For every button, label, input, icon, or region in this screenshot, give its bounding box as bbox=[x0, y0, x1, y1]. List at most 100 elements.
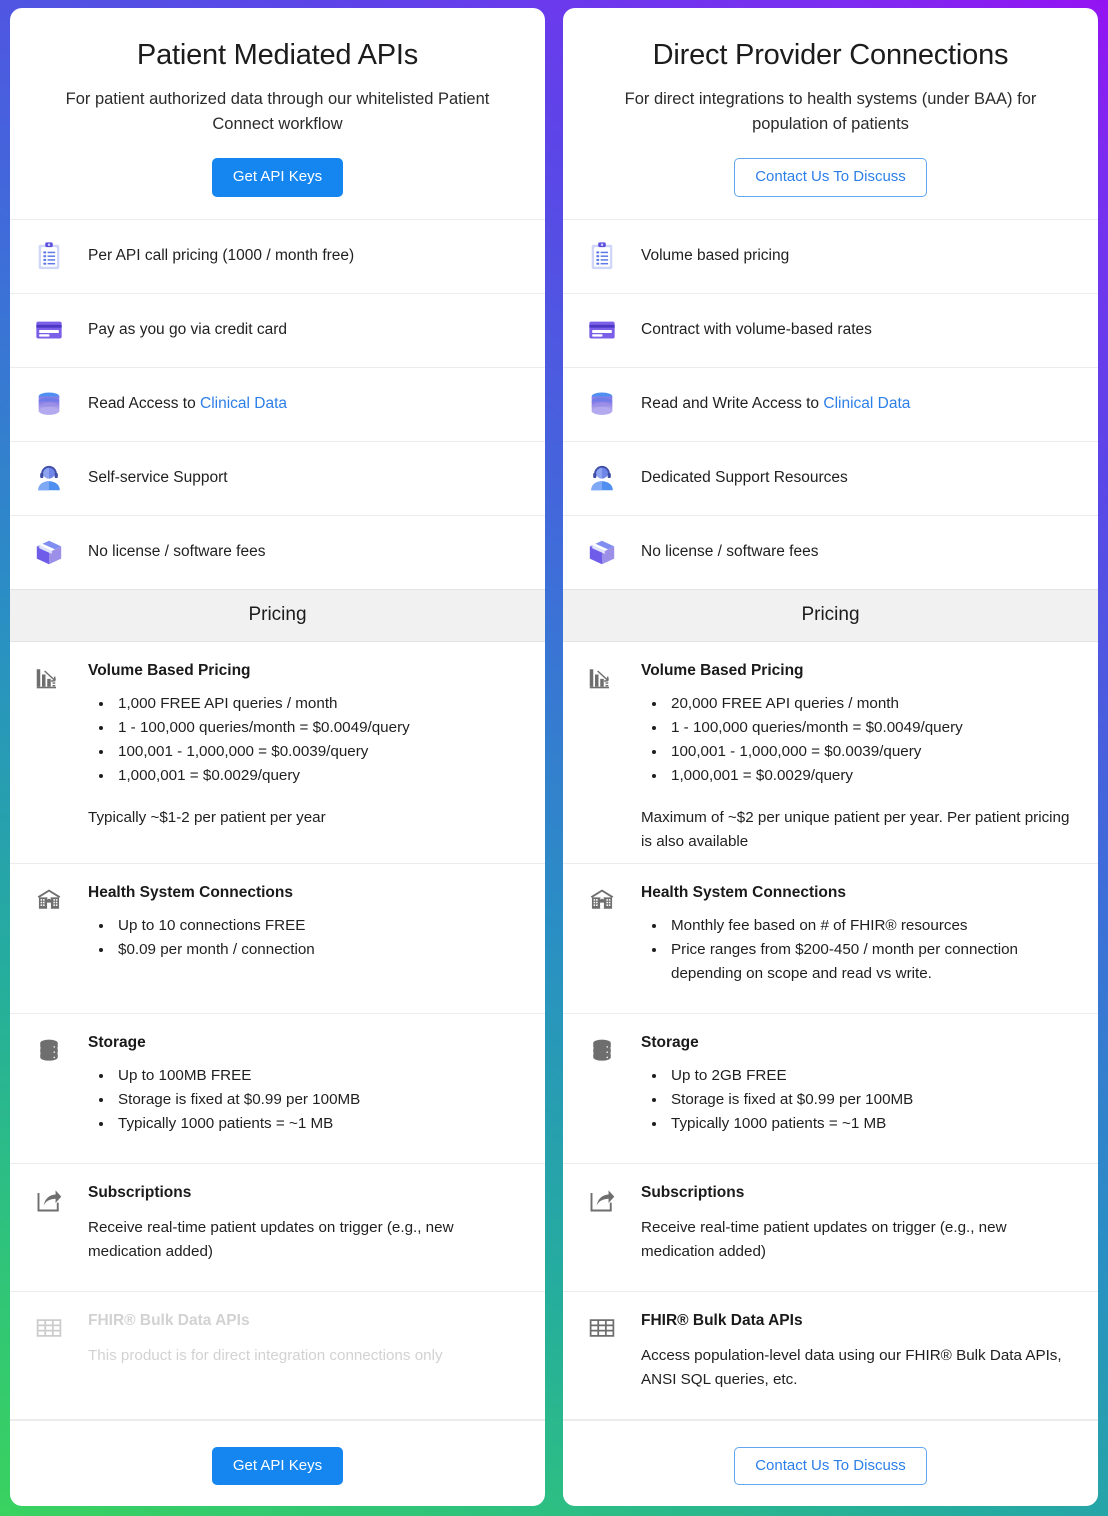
feature-label: No license / software fees bbox=[88, 543, 266, 561]
pricing-block-body: FHIR® Bulk Data APIs Access population-l… bbox=[641, 1312, 1070, 1395]
pricing-block-body: Health System Connections Up to 10 conne… bbox=[88, 884, 517, 989]
bar-chart-down-icon bbox=[585, 662, 619, 696]
contact-us-button-bottom[interactable]: Contact Us To Discuss bbox=[734, 1446, 927, 1486]
feature-row: No license / software fees bbox=[10, 514, 545, 589]
list-item: 20,000 FREE API queries / month bbox=[667, 692, 1070, 716]
pricing-note: Typically ~$1-2 per patient per year bbox=[88, 808, 326, 826]
list-item: Monthly fee based on # of FHIR® resource… bbox=[667, 914, 1070, 938]
pricing-note: Maximum of ~$2 per unique patient per ye… bbox=[641, 808, 1070, 850]
get-api-keys-button-bottom[interactable]: Get API Keys bbox=[211, 1446, 344, 1486]
list-item: Typically 1000 patients = ~1 MB bbox=[667, 1112, 1070, 1136]
card-subtitle: For patient authorized data through our … bbox=[65, 89, 490, 133]
feature-row: Self-service Support bbox=[10, 440, 545, 515]
pricing-bullet-list: Monthly fee based on # of FHIR® resource… bbox=[667, 914, 1070, 986]
get-api-keys-button-top[interactable]: Get API Keys bbox=[211, 158, 344, 197]
list-item: 1 - 100,000 queries/month = $0.0049/quer… bbox=[667, 716, 1070, 740]
table-grid-icon bbox=[32, 1312, 66, 1346]
list-item: 1,000 FREE API queries / month bbox=[114, 692, 517, 716]
pricing-block-title: Subscriptions bbox=[641, 1183, 745, 1201]
pricing-block-title: Storage bbox=[641, 1033, 699, 1051]
pricing-block-body: Subscriptions Receive real-time patient … bbox=[641, 1184, 1070, 1267]
pricing-section-header: Pricing bbox=[563, 588, 1098, 642]
pricing-bullet-list: 1,000 FREE API queries / month 1 - 100,0… bbox=[114, 692, 517, 788]
header-cta-wrap: Contact Us To Discuss bbox=[591, 158, 1070, 197]
contact-us-button-top[interactable]: Contact Us To Discuss bbox=[734, 158, 927, 197]
card-header: Direct Provider Connections For direct i… bbox=[563, 8, 1098, 219]
pricing-block-bulk-data: FHIR® Bulk Data APIs This product is for… bbox=[10, 1292, 545, 1420]
card-subtitle: For direct integrations to health system… bbox=[624, 89, 1037, 133]
feature-label: Dedicated Support Resources bbox=[641, 469, 848, 487]
feature-row: Read Access to Clinical Data bbox=[10, 366, 545, 441]
list-item: 1 - 100,000 queries/month = $0.0049/quer… bbox=[114, 716, 517, 740]
pricing-section-header: Pricing bbox=[10, 588, 545, 642]
list-item: Storage is fixed at $0.99 per 100MB bbox=[114, 1088, 517, 1112]
pricing-block-bulk-data: FHIR® Bulk Data APIs Access population-l… bbox=[563, 1292, 1098, 1420]
header-cta-wrap: Get API Keys bbox=[38, 158, 517, 197]
pricing-block-title: FHIR® Bulk Data APIs bbox=[641, 1311, 803, 1329]
pricing-bullet-list: 20,000 FREE API queries / month 1 - 100,… bbox=[667, 692, 1070, 788]
card-footer: Get API Keys bbox=[10, 1419, 545, 1506]
feature-row: Dedicated Support Resources bbox=[563, 440, 1098, 515]
clinical-data-link[interactable]: Clinical Data bbox=[823, 395, 910, 412]
feature-label: No license / software fees bbox=[641, 543, 819, 561]
feature-row: Pay as you go via credit card bbox=[10, 292, 545, 367]
storage-db-icon bbox=[585, 1034, 619, 1068]
feature-row: Per API call pricing (1000 / month free) bbox=[10, 218, 545, 293]
plan-card-patient-mediated: Patient Mediated APIs For patient author… bbox=[10, 8, 545, 1506]
package-box-icon bbox=[32, 535, 66, 569]
hospital-icon bbox=[585, 884, 619, 918]
list-item: 1,000,001 = $0.0029/query bbox=[667, 764, 1070, 788]
share-arrow-icon bbox=[585, 1184, 619, 1218]
list-item: Price ranges from $200-450 / month per c… bbox=[667, 938, 1070, 986]
database-icon bbox=[585, 387, 619, 421]
feature-row: Read and Write Access to Clinical Data bbox=[563, 366, 1098, 441]
page-title: Patient Mediated APIs bbox=[136, 39, 419, 71]
clipboard-icon bbox=[32, 239, 66, 273]
hospital-icon bbox=[32, 884, 66, 918]
feature-label: Pay as you go via credit card bbox=[88, 321, 288, 339]
pricing-block-body: Subscriptions Receive real-time patient … bbox=[88, 1184, 517, 1267]
database-icon bbox=[32, 387, 66, 421]
pricing-comparison-board: Patient Mediated APIs For patient author… bbox=[0, 0, 1108, 1516]
pricing-block-subscriptions: Subscriptions Receive real-time patient … bbox=[10, 1164, 545, 1292]
pricing-block-body: Storage Up to 100MB FREE Storage is fixe… bbox=[88, 1034, 517, 1139]
pricing-block-body: Volume Based Pricing 20,000 FREE API que… bbox=[641, 661, 1070, 850]
credit-card-icon bbox=[32, 313, 66, 347]
pricing-block-title: Health System Connections bbox=[641, 883, 846, 901]
share-arrow-icon bbox=[32, 1184, 66, 1218]
page-title: Direct Provider Connections bbox=[652, 39, 1009, 71]
list-item: Up to 10 connections FREE bbox=[114, 914, 517, 938]
feature-label: Read Access to Clinical Data bbox=[88, 395, 287, 413]
feature-label-text: Read Access to bbox=[88, 395, 201, 413]
feature-row: Volume based pricing bbox=[563, 218, 1098, 293]
pricing-block-title: Storage bbox=[88, 1033, 146, 1051]
list-item: Storage is fixed at $0.99 per 100MB bbox=[667, 1088, 1070, 1112]
feature-label: Volume based pricing bbox=[641, 247, 790, 265]
table-grid-icon bbox=[585, 1312, 619, 1346]
pricing-block-desc: Access population-level data using our F… bbox=[641, 1346, 1062, 1388]
feature-row: Contract with volume-based rates bbox=[563, 292, 1098, 367]
pricing-block-subscriptions: Subscriptions Receive real-time patient … bbox=[563, 1164, 1098, 1292]
feature-row: No license / software fees bbox=[563, 514, 1098, 589]
support-agent-icon bbox=[585, 461, 619, 495]
pricing-block-volume: Volume Based Pricing 20,000 FREE API que… bbox=[563, 642, 1098, 864]
clipboard-icon bbox=[585, 239, 619, 273]
pricing-block-title: FHIR® Bulk Data APIs bbox=[88, 1311, 250, 1329]
list-item: 1,000,001 = $0.0029/query bbox=[114, 764, 517, 788]
clinical-data-link[interactable]: Clinical Data bbox=[200, 395, 287, 412]
list-item: Up to 2GB FREE bbox=[667, 1064, 1070, 1088]
pricing-block-title: Volume Based Pricing bbox=[641, 661, 804, 679]
card-footer: Contact Us To Discuss bbox=[563, 1419, 1098, 1506]
card-header: Patient Mediated APIs For patient author… bbox=[10, 8, 545, 219]
pricing-block-storage: Storage Up to 100MB FREE Storage is fixe… bbox=[10, 1014, 545, 1164]
pricing-block-desc: Receive real-time patient updates on tri… bbox=[641, 1218, 1007, 1260]
pricing-bullet-list: Up to 10 connections FREE $0.09 per mont… bbox=[114, 914, 517, 962]
pricing-block-desc: This product is for direct integration c… bbox=[88, 1346, 443, 1364]
list-item: Typically 1000 patients = ~1 MB bbox=[114, 1112, 517, 1136]
feature-label: Self-service Support bbox=[88, 469, 228, 487]
feature-label: Per API call pricing (1000 / month free) bbox=[88, 247, 355, 265]
pricing-block-title: Subscriptions bbox=[88, 1183, 192, 1201]
feature-label: Contract with volume-based rates bbox=[641, 321, 872, 339]
pricing-bullet-list: Up to 2GB FREE Storage is fixed at $0.99… bbox=[667, 1064, 1070, 1136]
pricing-block-body: Storage Up to 2GB FREE Storage is fixed … bbox=[641, 1034, 1070, 1139]
